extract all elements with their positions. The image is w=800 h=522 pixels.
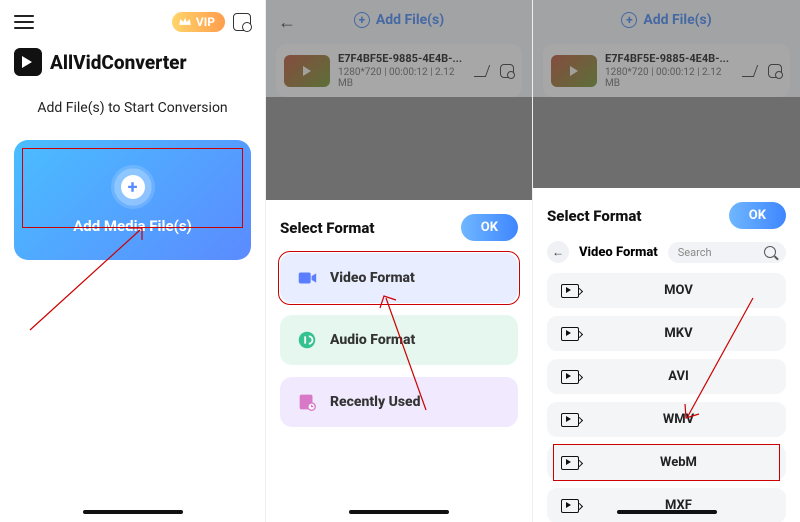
format-sheet: Select Format OK ← Video Format Search M… [533,188,800,522]
format-list: MOV MKV AVI WMV WebM MXF [547,273,786,522]
back-button[interactable]: ← [547,241,569,263]
recent-icon [296,391,318,413]
home-indicator [83,510,183,514]
home-indicator [349,510,449,514]
panel-video-format-list: + Add File(s) E7F4BF5E-9885-4E4B-... 128… [533,0,800,522]
video-file-icon [561,284,579,298]
sheet-title: Select Format [547,207,641,225]
ok-button[interactable]: OK [461,214,518,241]
video-file-icon [561,413,579,427]
home-indicator [617,510,717,514]
crown-icon [178,16,192,28]
page-subtitle: Add File(s) to Start Conversion [0,100,265,116]
sheet-header: Select Format OK [280,214,518,241]
annotation-highlight [278,251,520,305]
video-file-icon [561,499,579,513]
format-sheet: Select Format OK Video Format Audio Form… [266,200,532,522]
option-recently-used[interactable]: Recently Used [280,377,518,427]
option-audio-label: Audio Format [330,332,415,348]
format-item-webm[interactable]: WebM [547,445,786,480]
format-label: MKV [585,326,772,341]
add-media-card[interactable]: + Add Media File(s) [14,140,251,260]
ok-button[interactable]: OK [729,202,786,229]
search-icon [764,246,776,258]
panel-home: VIP AllVidConverter Add File(s) to Start… [0,0,266,522]
option-video-format[interactable]: Video Format [280,253,518,303]
video-file-icon [561,327,579,341]
annotation-highlight [22,148,243,228]
brand-row: AllVidConverter [0,38,265,80]
format-label: AVI [585,369,772,384]
vip-badge[interactable]: VIP [172,12,225,32]
top-right-controls: VIP [172,12,251,32]
sheet-title: Select Format [280,219,374,237]
format-item-mxf[interactable]: MXF [547,488,786,522]
format-item-wmv[interactable]: WMV [547,402,786,437]
background-dimmed: ← + Add File(s) E7F4BF5E-9885-4E4B-... 1… [266,0,532,200]
format-item-mkv[interactable]: MKV [547,316,786,351]
audio-format-icon [296,329,318,351]
panel-select-format: ← + Add File(s) E7F4BF5E-9885-4E4B-... 1… [266,0,533,522]
format-item-mov[interactable]: MOV [547,273,786,308]
option-audio-format[interactable]: Audio Format [280,315,518,365]
format-label: WMV [585,412,772,427]
format-category-title: Video Format [579,245,658,260]
background-dimmed: + Add File(s) E7F4BF5E-9885-4E4B-... 128… [533,0,800,188]
top-bar: VIP [0,0,265,38]
format-label: MOV [585,283,772,298]
settings-icon[interactable] [233,13,251,31]
add-card-wrap: + Add Media File(s) [0,126,265,274]
video-file-icon [561,370,579,384]
annotation-highlight [553,444,780,481]
format-subheader: ← Video Format Search [547,241,786,263]
app-logo-icon [14,48,42,76]
vip-label: VIP [196,15,215,29]
option-recent-label: Recently Used [330,394,421,410]
menu-icon[interactable] [14,15,34,29]
search-input[interactable]: Search [668,242,786,263]
format-item-avi[interactable]: AVI [547,359,786,394]
sheet-header: Select Format OK [547,202,786,229]
search-placeholder: Search [678,246,712,259]
app-name: AllVidConverter [50,51,187,74]
